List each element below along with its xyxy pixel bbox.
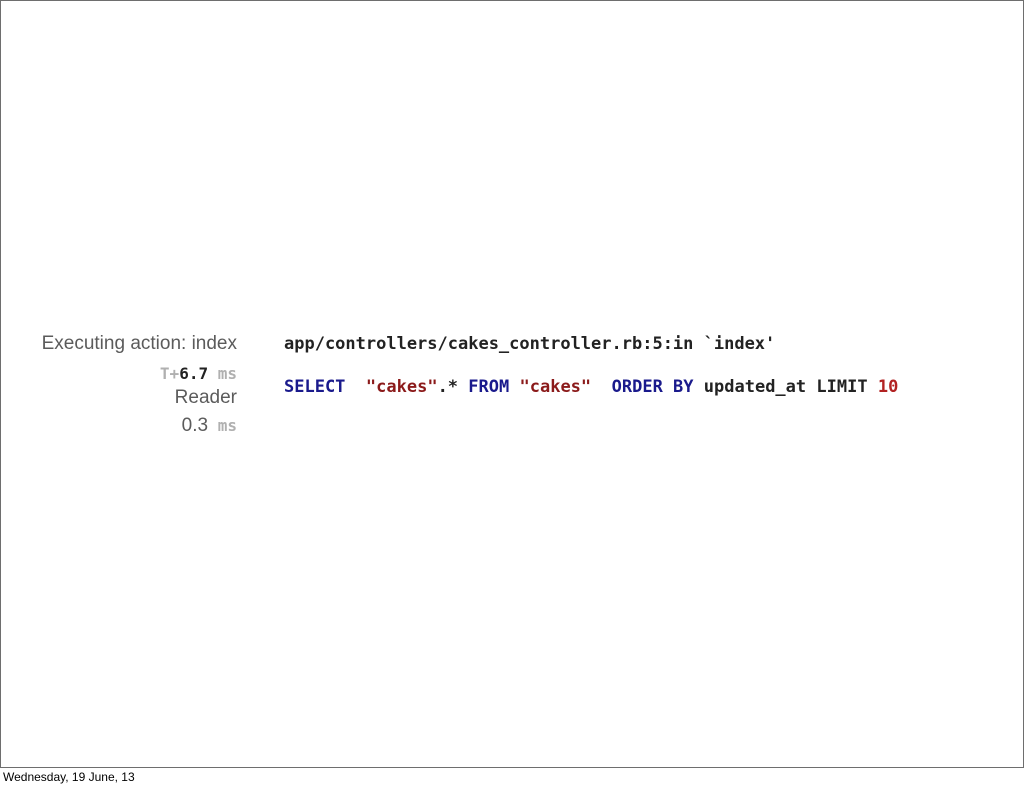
- action-label: Executing action: index: [41, 333, 237, 354]
- sql-select-keyword: SELECT: [284, 377, 346, 397]
- time-unit-spacer: [208, 364, 218, 383]
- sql-table-star: "cakes": [365, 377, 438, 397]
- backtrace-line: app/controllers/cakes_controller.rb:5:in…: [284, 334, 776, 354]
- sql-from-keyword: FROM: [468, 377, 510, 397]
- sql-limit-keyword: LIMIT: [816, 377, 868, 397]
- connection-role: Reader: [174, 387, 237, 408]
- slide-date-footer: Wednesday, 19 June, 13: [3, 770, 135, 784]
- timestamp: T+6.7 ms: [160, 364, 237, 384]
- query-duration: 0.3 ms: [182, 415, 237, 437]
- sql-dot-star: .*: [437, 377, 459, 397]
- duration-value: 0.3: [181, 415, 209, 436]
- sql-order-column: updated_at: [703, 377, 807, 397]
- sql-order-by-keyword: ORDER BY: [611, 377, 694, 397]
- sql-limit-value: 10: [877, 377, 899, 397]
- sql-table-name: "cakes": [519, 377, 592, 397]
- slide-canvas: Executing action: index T+6.7 ms Reader …: [0, 0, 1024, 768]
- time-value: 6.7: [179, 364, 209, 383]
- sql-query: SELECT "cakes".* FROM "cakes" ORDER BY u…: [284, 377, 898, 397]
- duration-unit: ms: [217, 416, 237, 435]
- time-prefix: T+: [159, 364, 180, 383]
- time-unit: ms: [217, 364, 237, 383]
- duration-unit-spacer: [208, 416, 218, 435]
